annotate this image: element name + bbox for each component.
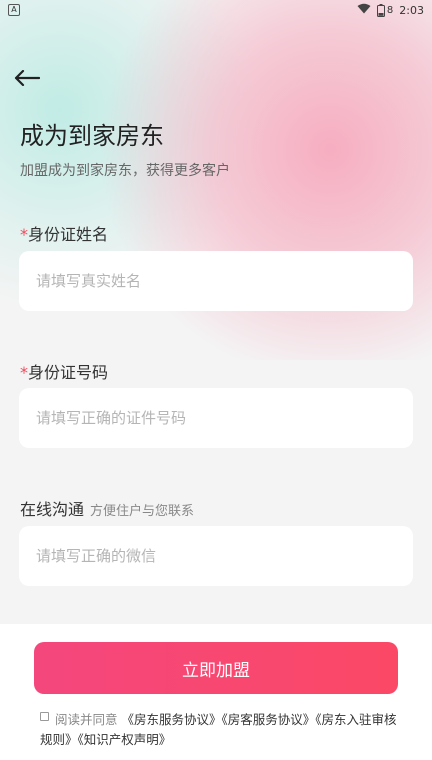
- tenant-service-agreement-link[interactable]: 《房客服务协议》: [222, 712, 316, 727]
- status-bar: A 8 2:03: [0, 0, 432, 20]
- status-right: 8 2:03: [357, 3, 424, 17]
- name-input[interactable]: [19, 251, 413, 311]
- wifi-icon: [357, 3, 371, 17]
- wechat-hint: 方便住户与您联系: [90, 504, 195, 519]
- id-field-label: *身份证号码: [20, 359, 108, 383]
- wechat-label-text: 在线沟通: [20, 500, 85, 519]
- name-label-text: 身份证姓名: [28, 225, 109, 244]
- agreement-prefix: 阅读并同意: [55, 712, 118, 727]
- arrow-left-icon: [14, 70, 40, 86]
- join-now-button[interactable]: 立即加盟: [34, 642, 398, 694]
- wechat-field-label: 在线沟通 方便住户与您联系: [20, 496, 194, 520]
- ip-statement-link[interactable]: 《知识产权声明》: [78, 732, 172, 747]
- name-field-label: *身份证姓名: [20, 221, 108, 245]
- page-title: 成为到家房东: [20, 122, 164, 150]
- app-notification-icon: A: [8, 4, 20, 16]
- page-subtitle: 加盟成为到家房东，获得更多客户: [20, 163, 230, 179]
- battery-level: 8: [386, 4, 394, 16]
- back-button[interactable]: [12, 66, 42, 90]
- status-left: A: [8, 4, 20, 16]
- required-mark: *: [20, 363, 28, 382]
- agreement-text: 阅读并同意 《房东服务协议》《房客服务协议》《房东入驻审核规则》《知识产权声明》: [40, 710, 400, 750]
- landlord-service-agreement-link[interactable]: 《房东服务协议》: [122, 712, 222, 727]
- wechat-input[interactable]: [19, 526, 413, 586]
- status-time: 2:03: [399, 3, 424, 17]
- required-mark: *: [20, 225, 28, 244]
- battery-icon: [376, 3, 385, 17]
- id-number-input[interactable]: [19, 388, 413, 448]
- id-label-text: 身份证号码: [28, 363, 109, 382]
- agreement-checkbox[interactable]: [40, 712, 49, 721]
